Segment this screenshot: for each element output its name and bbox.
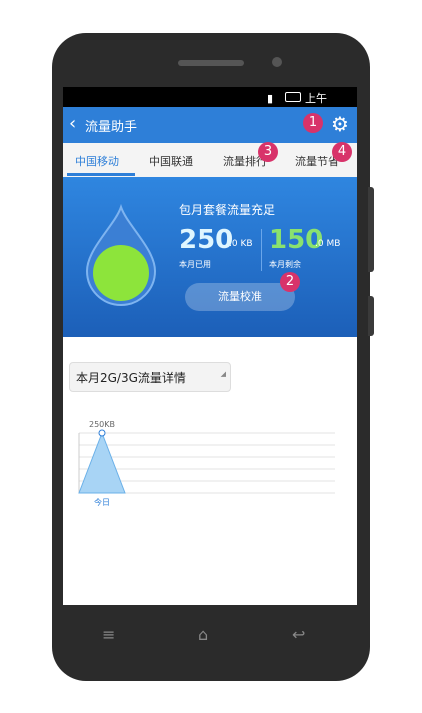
settings-gear-icon[interactable]: ⚙	[331, 112, 349, 136]
calibrate-button[interactable]: 流量校准	[185, 283, 295, 311]
volume-button	[368, 187, 374, 272]
usage-headline: 包月套餐流量充足	[179, 203, 276, 217]
speaker	[178, 60, 244, 66]
camera	[272, 57, 282, 67]
usage-detail-label: 本月2G/3G流量详情	[76, 371, 186, 385]
chart-point	[98, 429, 106, 437]
used-unit: .0 KB	[229, 239, 253, 249]
tab-underline	[67, 173, 135, 176]
screen: ▮ 上午12:30 ‹ 流量助手 ⚙ 中国移动 中国联通 流量排行 流量节省 包…	[63, 87, 357, 605]
remaining-unit: .0 MB	[315, 239, 341, 249]
signal-icon: ▮	[267, 92, 274, 105]
corner-triangle-icon: ◢	[220, 370, 226, 378]
used-label: 本月已用	[179, 260, 211, 269]
battery-icon	[285, 92, 301, 102]
remaining-label: 本月剩余	[269, 260, 301, 269]
tab-china-mobile[interactable]: 中国移动	[75, 153, 119, 169]
usage-detail-button[interactable]: 本月2G/3G流量详情 ◢	[69, 362, 231, 392]
chart-area	[78, 431, 126, 494]
badge-3: 3	[258, 142, 278, 162]
badge-4: 4	[332, 142, 352, 162]
back-nav-icon[interactable]: ↩	[292, 625, 305, 644]
used-value: 250	[179, 225, 234, 255]
power-button	[368, 296, 374, 336]
chart-tick-label: 今日	[94, 497, 110, 507]
water-drop-icon	[85, 203, 157, 306]
app-title: 流量助手	[85, 120, 138, 135]
tab-china-unicom[interactable]: 中国联通	[149, 153, 193, 169]
badge-2: 2	[280, 272, 300, 292]
hero-divider	[261, 229, 262, 271]
badge-1: 1	[303, 113, 323, 133]
back-icon[interactable]: ‹	[69, 113, 76, 134]
status-bar: ▮ 上午12:30	[63, 87, 357, 119]
tab-bar: 中国移动 中国联通 流量排行 流量节省	[63, 143, 357, 178]
home-icon[interactable]: ⌂	[198, 625, 208, 644]
usage-chart: 250KB 今日	[78, 420, 335, 507]
chart-data-label: 250KB	[89, 420, 115, 429]
usage-summary: 包月套餐流量充足 250 .0 KB 本月已用 150 .0 MB 本月剩余 流…	[63, 177, 357, 337]
menu-icon[interactable]: ≡	[102, 625, 115, 644]
